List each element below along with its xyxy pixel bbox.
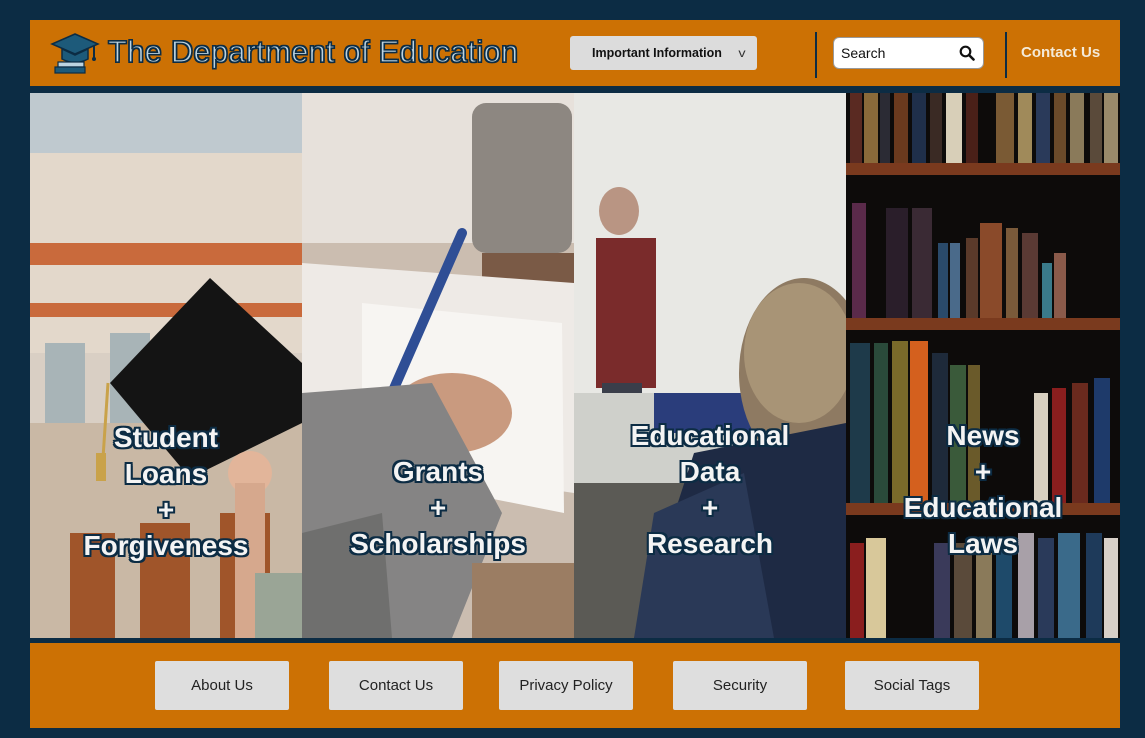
news-label: News + Educational Laws: [846, 418, 1120, 562]
grants-panel[interactable]: Grants + Scholarships: [302, 93, 574, 638]
panel-line: Data: [679, 456, 741, 487]
search-box: [833, 37, 984, 69]
chevron-down-icon: v: [738, 46, 746, 60]
panel-line: Grants: [392, 456, 484, 487]
hero-panels: Student Loans + Forgiveness Grants + Sch…: [30, 93, 1120, 638]
site-title[interactable]: The Department of Education: [107, 33, 518, 70]
panel-line: Educational: [630, 420, 790, 451]
panel-line: Student: [113, 422, 219, 453]
grants-label: Grants + Scholarships: [302, 454, 574, 562]
graduation-cap-icon[interactable]: [50, 30, 100, 76]
news-panel[interactable]: News + Educational Laws: [846, 93, 1120, 638]
social-tags-button[interactable]: Social Tags: [845, 661, 979, 710]
educational-data-label: Educational Data + Research: [574, 418, 846, 562]
panel-line: +: [429, 492, 447, 523]
site-footer: About Us Contact Us Privacy Policy Secur…: [30, 643, 1120, 728]
contact-us-button[interactable]: Contact Us: [329, 661, 463, 710]
site-header: The Department of Education Important In…: [30, 20, 1120, 86]
panel-line: +: [974, 456, 992, 487]
panel-line: +: [157, 494, 175, 525]
divider: [815, 32, 817, 78]
privacy-policy-button[interactable]: Privacy Policy: [499, 661, 633, 710]
about-us-button[interactable]: About Us: [155, 661, 289, 710]
panel-line: Research: [646, 528, 774, 559]
contact-us-link[interactable]: Contact Us: [1021, 44, 1100, 61]
student-loans-label: Student Loans + Forgiveness: [30, 420, 302, 564]
educational-data-panel[interactable]: Educational Data + Research: [574, 93, 846, 638]
panel-line: News: [946, 420, 1020, 451]
panel-line: Forgiveness: [83, 530, 249, 561]
search-input[interactable]: [841, 45, 956, 61]
panel-line: Educational: [903, 492, 1063, 523]
divider: [1005, 32, 1007, 78]
search-icon[interactable]: [959, 45, 975, 61]
panel-line: +: [701, 492, 719, 523]
panel-line: Loans: [124, 458, 208, 489]
important-information-dropdown[interactable]: Important Information v: [570, 36, 757, 70]
panel-line: Scholarships: [350, 528, 526, 559]
student-loans-panel[interactable]: Student Loans + Forgiveness: [30, 93, 302, 638]
security-button[interactable]: Security: [673, 661, 807, 710]
dropdown-label: Important Information: [592, 46, 722, 60]
panel-line: Laws: [947, 528, 1019, 559]
